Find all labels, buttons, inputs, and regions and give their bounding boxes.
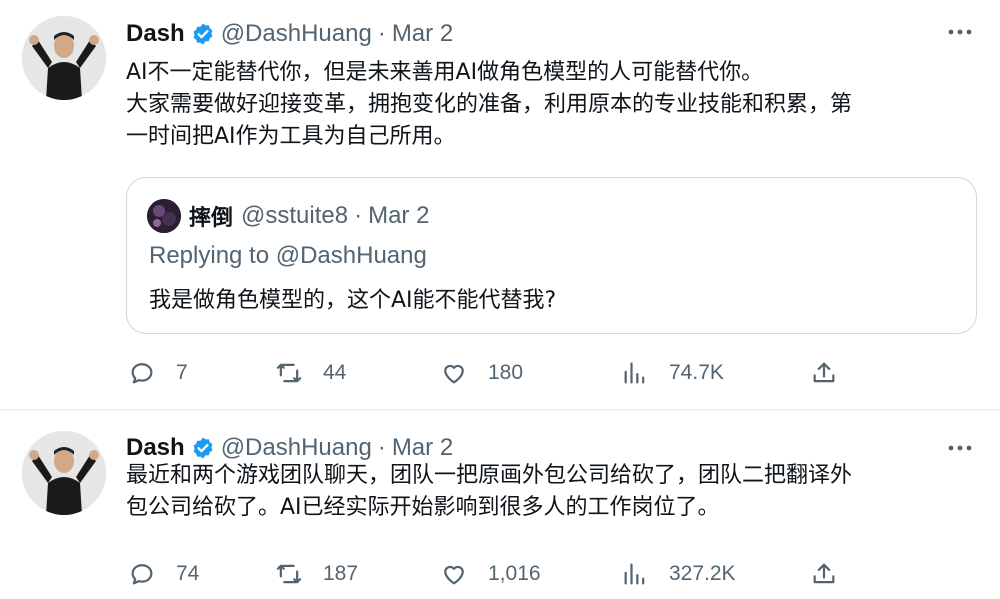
tweet-header: Dash @DashHuang · Mar 2 [126,18,453,50]
author-handle[interactable]: @DashHuang [221,20,372,48]
retweet-button[interactable]: 44 [275,358,346,388]
views-icon [624,563,645,585]
like-count: 180 [488,361,524,384]
tweet-date[interactable]: Mar 2 [392,20,453,48]
action-bar: 74 187 1,016 327.2K [0,559,1000,589]
reply-button[interactable]: 74 [128,559,199,589]
like-count: 1,016 [488,562,541,585]
retweet-icon [276,564,302,584]
quote-header: 摔倒 @sstuite8 · Mar 2 [147,199,429,233]
views-button[interactable]: 327.2K [621,559,736,589]
quoted-tweet[interactable]: 摔倒 @sstuite8 · Mar 2 Replying to @DashHu… [126,177,977,334]
reply-count: 74 [176,562,200,585]
tweet-date[interactable]: Mar 2 [392,434,453,462]
verified-badge-icon [193,23,213,45]
like-icon [444,565,464,585]
quote-text: 我是做角色模型的，这个AI能不能代替我? [149,288,557,313]
share-icon [813,563,835,584]
retweet-count: 44 [323,361,347,384]
share-icon [813,362,835,383]
quote-date[interactable]: Mar 2 [368,202,429,230]
tweet-text: AI不一定能替代你，但是未来善用AI做角色模型的人可能替代你。 大家需要做好迎接… [126,57,976,153]
tweet-line: 包公司给砍了。AI已经实际开始影响到很多人的工作岗位了。 [126,495,720,520]
separator-dot: · [354,202,363,229]
separator-dot: · [377,434,386,461]
verified-badge-icon [193,437,213,459]
author-name[interactable]: Dash [126,20,185,48]
retweet-count: 187 [323,562,359,585]
more-icon[interactable] [948,444,972,452]
more-icon[interactable] [948,28,972,36]
share-button[interactable] [810,559,838,589]
replying-to[interactable]: Replying to @DashHuang [149,242,427,270]
views-button[interactable]: 74.7K [621,358,724,388]
quote-author-handle[interactable]: @sstuite8 [241,202,348,230]
separator-dot: · [377,20,386,47]
reply-count: 7 [176,361,188,384]
author-name[interactable]: Dash [126,434,185,462]
author-avatar[interactable] [22,16,106,100]
reply-button[interactable]: 7 [128,358,188,388]
retweet-button[interactable]: 187 [275,559,358,589]
like-icon [444,364,464,384]
action-bar: 7 44 180 74.7K [0,358,1000,388]
author-avatar[interactable] [22,431,106,515]
tweet-text: 最近和两个游戏团队聊天，团队一把原画外包公司给砍了，团队二把翻译外 包公司给砍了… [126,460,976,524]
tweet-2[interactable]: Dash @DashHuang · Mar 2 最近和两个游戏团队聊天，团队一把… [0,411,1000,599]
like-button[interactable]: 1,016 [440,559,541,589]
quote-avatar[interactable] [147,199,181,233]
reply-icon [131,363,153,384]
tweet-line: 一时间把AI作为工具为自己所用。 [126,124,456,149]
like-button[interactable]: 180 [440,358,523,388]
author-handle[interactable]: @DashHuang [221,434,372,462]
views-count: 74.7K [669,361,724,384]
share-button[interactable] [810,358,838,388]
tweet-line: 大家需要做好迎接变革，拥抱变化的准备，利用原本的专业技能和积累，第 [126,92,853,117]
tweet-line: 最近和两个游戏团队聊天，团队一把原画外包公司给砍了，团队二把翻译外 [126,463,853,488]
quote-author-name[interactable]: 摔倒 [189,200,233,232]
reply-icon [131,564,153,585]
tweet-line: AI不一定能替代你，但是未来善用AI做角色模型的人可能替代你。 [126,60,764,85]
tweet-1[interactable]: Dash @DashHuang · Mar 2 AI不一定能替代你，但是未来善用… [0,0,1000,410]
retweet-icon [276,363,302,383]
views-icon [624,362,645,384]
views-count: 327.2K [669,562,736,585]
